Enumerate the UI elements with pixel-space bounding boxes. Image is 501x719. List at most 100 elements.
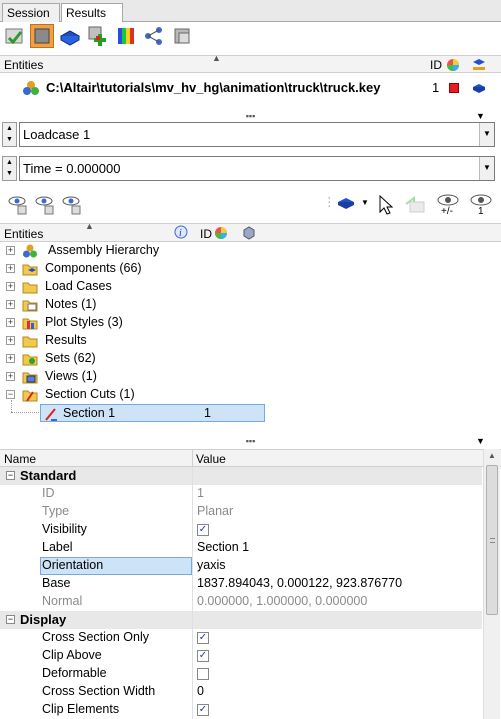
info-icon[interactable]: i — [174, 225, 188, 242]
prop-value: 0.000000, 1.000000, 0.000000 — [197, 594, 368, 608]
header-divider — [192, 450, 193, 467]
add-entity-icon[interactable] — [86, 24, 110, 48]
sort-up-icon[interactable]: ▲ — [212, 53, 221, 63]
expand-icon[interactable]: + — [6, 300, 15, 309]
eye-show-icon[interactable] — [8, 194, 30, 219]
expand-icon[interactable]: + — [6, 372, 15, 381]
expand-icon[interactable]: + — [6, 246, 15, 255]
section-display[interactable]: − Display — [0, 611, 482, 629]
prop-row-cross-section-only[interactable]: Cross Section Only ✓ — [0, 629, 482, 647]
scroll-up-icon[interactable]: ▲ — [485, 451, 499, 463]
toolbar-separator: ⋮ — [323, 195, 336, 209]
entity-type-icon[interactable] — [336, 196, 356, 215]
clip-elements-checkbox[interactable]: ✓ — [197, 704, 209, 716]
clip-above-checkbox[interactable]: ✓ — [197, 650, 209, 662]
deformable-checkbox[interactable] — [197, 668, 209, 680]
chevron-down-icon[interactable]: ▼ — [361, 198, 369, 207]
chevron-down-icon[interactable]: ▼ — [479, 123, 494, 146]
import-results-icon[interactable] — [3, 24, 27, 48]
results-file-row[interactable]: C:\Altair\tutorials\mv_hv_hg\animation\t… — [0, 78, 501, 98]
eye-one-icon[interactable]: 1 — [469, 192, 493, 219]
results-entities-header: Entities — [4, 58, 44, 72]
model-view-icon[interactable] — [30, 24, 54, 48]
collapse-icon[interactable]: ▼ — [476, 111, 485, 121]
prop-row-base[interactable]: Base 1837.894043, 0.000122, 923.876770 — [0, 575, 482, 593]
prop-value[interactable]: Section 1 — [197, 540, 249, 554]
prop-name: Orientation — [42, 558, 104, 572]
eye-hide-icon[interactable] — [35, 194, 57, 219]
apply-icon[interactable] — [404, 196, 428, 217]
tree-item-sets[interactable]: + Sets (62) — [0, 350, 270, 368]
prop-value[interactable]: 1837.894043, 0.000122, 923.876770 — [197, 576, 402, 590]
tree-item-section-1[interactable]: Section 1 1 — [40, 404, 265, 422]
prop-row-orientation[interactable]: Orientation yaxis — [0, 557, 482, 575]
visibility-layer-icon[interactable] — [472, 81, 486, 98]
eye-plus-minus-icon[interactable]: +/- — [436, 192, 460, 219]
prop-row-cross-section-width[interactable]: Cross Section Width 0 — [0, 683, 482, 701]
notes-icon — [22, 297, 38, 313]
splitter-grip[interactable]: ▪▪▪ — [0, 112, 501, 121]
eye-isolate-icon[interactable] — [62, 194, 84, 219]
results-id-header: ID — [430, 58, 442, 72]
entity-tree-header: Entities ▲ i ID — [0, 221, 501, 242]
network-icon[interactable] — [142, 24, 166, 48]
tab-results[interactable]: Results✕ — [61, 3, 123, 34]
tree-item-assembly-hierarchy[interactable]: + Assembly Hierarchy — [0, 242, 270, 260]
tree-item-plot-styles[interactable]: + Plot Styles (3) — [0, 314, 270, 332]
entity-tree: + Assembly Hierarchy + Components (66) + Lo… — [0, 242, 501, 437]
visibility-checkbox[interactable]: ✓ — [197, 524, 209, 536]
contour-icon[interactable] — [114, 24, 138, 48]
prop-name: Cross Section Only — [42, 630, 149, 644]
color-swatch[interactable] — [449, 83, 459, 93]
tree-item-components[interactable]: + Components (66) — [0, 260, 270, 278]
expand-icon[interactable]: + — [6, 336, 15, 345]
expand-icon[interactable]: + — [6, 354, 15, 363]
tree-item-load-cases[interactable]: + Load Cases — [0, 278, 270, 296]
properties-scrollbar[interactable]: ▲ — [483, 449, 500, 719]
prop-row-label[interactable]: Label Section 1 — [0, 539, 482, 557]
prop-name: Deformable — [42, 666, 107, 680]
prop-name: Cross Section Width — [42, 684, 156, 698]
splitter-grip[interactable]: ▪▪▪ — [0, 437, 501, 446]
loadcase-value: Loadcase 1 — [23, 127, 91, 142]
chevron-down-icon[interactable]: ▼ — [479, 157, 494, 180]
expand-icon[interactable]: + — [6, 318, 15, 327]
select-cursor-icon[interactable] — [378, 194, 394, 219]
section-standard[interactable]: − Standard — [0, 467, 482, 485]
section-icon — [43, 406, 59, 425]
prop-row-clip-elements[interactable]: Clip Elements ✓ — [0, 701, 482, 719]
prop-row-deformable[interactable]: Deformable — [0, 665, 482, 683]
expand-icon[interactable]: + — [6, 282, 15, 291]
tab-session[interactable]: Session — [2, 3, 60, 22]
folder-icon — [22, 333, 38, 349]
time-spinner[interactable]: ▲ ▼ — [2, 156, 17, 181]
tree-item-label: Plot Styles (3) — [45, 315, 123, 329]
component-icon[interactable] — [58, 24, 82, 48]
loadcase-select[interactable]: Loadcase 1 ▼ — [19, 122, 495, 147]
prop-row-visibility[interactable]: Visibility ✓ — [0, 521, 482, 539]
tree-item-results[interactable]: + Results — [0, 332, 270, 350]
sort-up-icon[interactable]: ▲ — [85, 221, 94, 231]
tree-item-notes[interactable]: + Notes (1) — [0, 296, 270, 314]
prop-value[interactable]: 0 — [197, 684, 204, 698]
tree-item-section-cuts[interactable]: − Section Cuts (1) — [0, 386, 270, 404]
tree-item-label: Sets (62) — [45, 351, 96, 365]
loadcase-spinner[interactable]: ▲ ▼ — [2, 122, 17, 147]
tree-item-views[interactable]: + Views (1) — [0, 368, 270, 386]
collapse-icon[interactable]: − — [6, 615, 15, 624]
prop-row-id: ID 1 — [0, 485, 482, 503]
prop-row-clip-above[interactable]: Clip Above ✓ — [0, 647, 482, 665]
prop-name: Visibility — [42, 522, 87, 536]
collapse-icon[interactable]: ▼ — [476, 436, 485, 446]
cylinder-icon[interactable] — [170, 24, 194, 48]
collapse-icon[interactable]: − — [6, 390, 15, 399]
column-divider — [192, 467, 193, 719]
prop-value[interactable]: yaxis — [197, 558, 225, 572]
prop-value-header: Value — [196, 452, 226, 466]
scrollbar-thumb[interactable] — [486, 465, 498, 615]
collapse-icon[interactable]: − — [6, 471, 15, 480]
expand-icon[interactable]: + — [6, 264, 15, 273]
prop-name: Clip Elements — [42, 702, 120, 716]
cross-section-only-checkbox[interactable]: ✓ — [197, 632, 209, 644]
time-select[interactable]: Time = 0.000000 ▼ — [19, 156, 495, 181]
